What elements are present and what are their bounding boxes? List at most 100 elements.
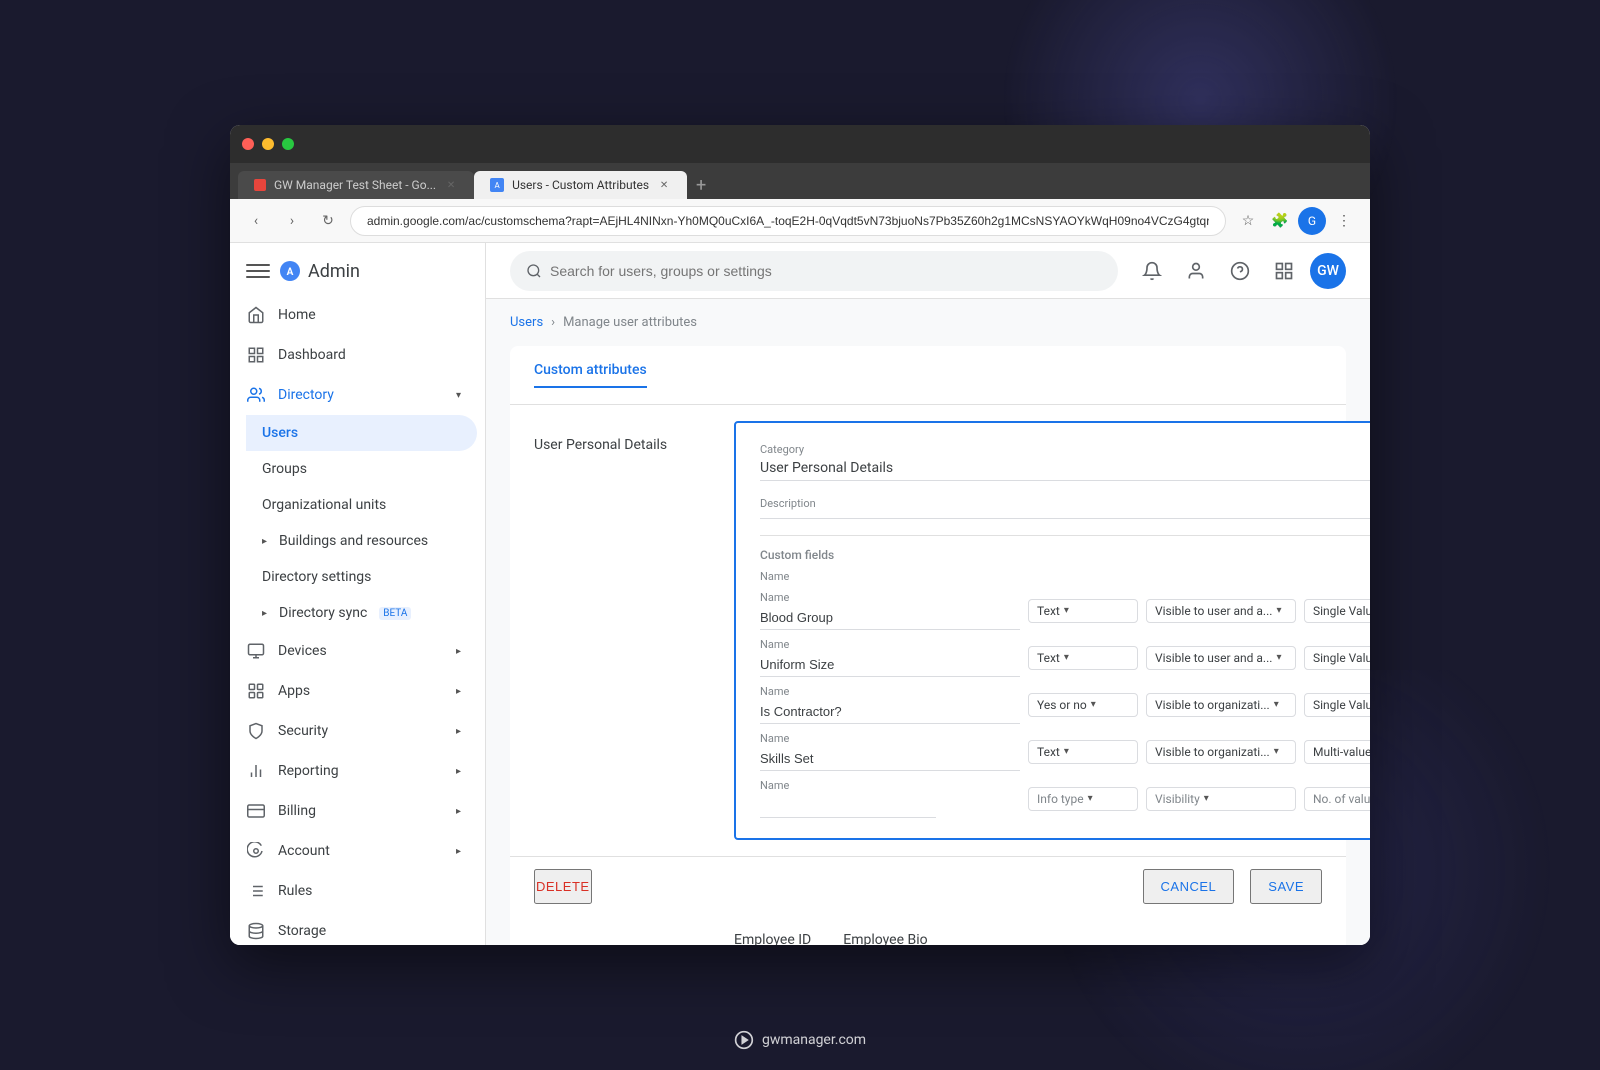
field-2-type-dropdown[interactable]: Text ▾ [1028, 646, 1138, 670]
new-field-visibility-arrow: ▾ [1204, 793, 1209, 804]
sidebar-item-reporting[interactable]: Reporting ▸ [230, 751, 477, 791]
field-4-values-dropdown[interactable]: Multi-value ▾ [1304, 740, 1370, 764]
profile-icon[interactable]: G [1298, 207, 1326, 235]
sidebar-item-rules[interactable]: Rules [230, 871, 477, 911]
help-button[interactable] [1222, 253, 1258, 289]
account-circle-button[interactable] [1178, 253, 1214, 289]
notifications-button[interactable] [1134, 253, 1170, 289]
sidebar-item-home[interactable]: Home [230, 295, 477, 335]
top-icons: GW [1134, 253, 1346, 289]
new-tab-button[interactable]: + [687, 171, 715, 199]
extensions-icon[interactable]: 🧩 [1266, 207, 1294, 235]
directory-sub-nav: Users Groups Organizational units ▸ Buil… [230, 415, 485, 631]
refresh-button[interactable]: ↻ [314, 207, 342, 235]
field-1-type-dropdown[interactable]: Text ▾ [1028, 599, 1138, 623]
description-field-value[interactable] [760, 514, 1370, 519]
new-field-type-dropdown[interactable]: Info type ▾ [1028, 787, 1138, 811]
field-3-name-input[interactable] [760, 700, 1020, 724]
form-divider-1 [760, 535, 1370, 536]
bookmark-icon[interactable]: ☆ [1234, 207, 1262, 235]
new-field-values-dropdown[interactable]: No. of values ▾ [1304, 787, 1370, 811]
watermark: gwmanager.com [734, 1030, 866, 1050]
sidebar-item-org-units[interactable]: Organizational units [246, 487, 477, 523]
user-avatar[interactable]: GW [1310, 253, 1346, 289]
field-row-3: Name Yes or no ▾ Visible to organizati..… [760, 685, 1370, 724]
field-1-values-dropdown[interactable]: Single Value ▾ [1304, 599, 1370, 623]
field-3-type-dropdown[interactable]: Yes or no ▾ [1028, 693, 1138, 717]
tab-1-close[interactable]: ✕ [444, 178, 458, 192]
sidebar-item-users[interactable]: Users [246, 415, 477, 451]
field-3-visibility-value: Visible to organizati... [1155, 698, 1270, 712]
sidebar-item-dir-settings[interactable]: Directory settings [246, 559, 477, 595]
search-input[interactable] [550, 263, 1102, 279]
close-window-button[interactable] [242, 138, 254, 150]
field-row-3-container: Name [760, 685, 1020, 724]
sidebar-item-groups[interactable]: Groups [246, 451, 477, 487]
field-4-values-value: Multi-value [1313, 745, 1370, 759]
new-field-values-placeholder: No. of values [1313, 792, 1370, 806]
tab-2-label: Users - Custom Attributes [512, 178, 649, 192]
apps-label: Apps [278, 683, 310, 699]
forward-button[interactable]: › [278, 207, 306, 235]
field-4-visibility-value: Visible to organizati... [1155, 745, 1270, 759]
field-2-visibility-dropdown[interactable]: Visible to user and a... ▾ [1146, 646, 1296, 670]
custom-fields-label: Custom fields [760, 548, 1370, 562]
field-3-type-arrow: ▾ [1091, 699, 1096, 710]
sidebar-item-devices[interactable]: Devices ▸ [230, 631, 477, 671]
field-3-values-dropdown[interactable]: Single Value ▾ [1304, 693, 1370, 717]
delete-button[interactable]: DELETE [534, 869, 592, 904]
field-2-type-value: Text [1037, 651, 1060, 665]
menu-icon[interactable]: ⋮ [1330, 207, 1358, 235]
main-content: GW Users › Manage user attributes Custom… [486, 243, 1370, 945]
field-1-visibility-dropdown[interactable]: Visible to user and a... ▾ [1146, 599, 1296, 623]
tab-2-close[interactable]: ✕ [657, 178, 671, 192]
sidebar-item-dashboard[interactable]: Dashboard [230, 335, 477, 375]
field-4-type-dropdown[interactable]: Text ▾ [1028, 740, 1138, 764]
field-4-name-input[interactable] [760, 747, 1020, 771]
apps-grid-button[interactable] [1266, 253, 1302, 289]
admin-logo: A Admin [278, 259, 360, 283]
billing-label: Billing [278, 803, 316, 819]
maximize-window-button[interactable] [282, 138, 294, 150]
sidebar-item-apps[interactable]: Apps ▸ [230, 671, 477, 711]
field-1-visibility-value: Visible to user and a... [1155, 604, 1272, 618]
new-field-name-input[interactable] [760, 794, 936, 818]
browser-window: GW Manager Test Sheet - Go... ✕ A Users … [230, 125, 1370, 945]
users-label: Users [262, 425, 298, 441]
field-3-visibility-dropdown[interactable]: Visible to organizati... ▾ [1146, 693, 1296, 717]
tab-2[interactable]: A Users - Custom Attributes ✕ [474, 171, 687, 199]
sidebar-item-security[interactable]: Security ▸ [230, 711, 477, 751]
new-field-visibility-dropdown[interactable]: Visibility ▾ [1146, 787, 1296, 811]
sidebar-item-billing[interactable]: Billing ▸ [230, 791, 477, 831]
back-button[interactable]: ‹ [242, 207, 270, 235]
groups-label: Groups [262, 461, 307, 477]
sidebar-item-storage[interactable]: Storage [230, 911, 477, 945]
save-button[interactable]: SAVE [1250, 869, 1322, 904]
minimize-window-button[interactable] [262, 138, 274, 150]
hamburger-menu[interactable] [246, 259, 270, 283]
sidebar-item-directory[interactable]: Directory ▾ [230, 375, 477, 415]
action-buttons: CANCEL SAVE [1143, 869, 1322, 904]
description-field-label: Description [760, 497, 1370, 510]
sidebar-item-account[interactable]: Account ▸ [230, 831, 477, 871]
field-row-4-container: Name [760, 732, 1020, 771]
cancel-button[interactable]: CANCEL [1143, 869, 1235, 904]
tab-1[interactable]: GW Manager Test Sheet - Go... ✕ [238, 171, 474, 199]
custom-attributes-tab[interactable]: Custom attributes [510, 346, 1346, 405]
breadcrumb-users-link[interactable]: Users [510, 315, 543, 330]
field-1-name-input[interactable] [760, 606, 1020, 630]
field-4-visibility-dropdown[interactable]: Visible to organizati... ▾ [1146, 740, 1296, 764]
sidebar-nav: Home Dashboard Directory ▾ [230, 291, 485, 945]
field-2-name-input[interactable] [760, 653, 1020, 677]
sidebar-item-dir-sync[interactable]: ▸ Directory sync BETA [246, 595, 477, 631]
home-label: Home [278, 307, 316, 323]
new-field-type-placeholder: Info type [1037, 792, 1084, 806]
field-4-type-value: Text [1037, 745, 1060, 759]
field-2-values-dropdown[interactable]: Single Value ▾ [1304, 646, 1370, 670]
sidebar-item-buildings[interactable]: ▸ Buildings and resources [246, 523, 477, 559]
search-bar [510, 251, 1118, 291]
address-input[interactable] [350, 206, 1226, 236]
breadcrumb: Users › Manage user attributes [486, 299, 1370, 346]
new-field-name-label: Name [760, 779, 1020, 792]
buildings-label: Buildings and resources [279, 533, 428, 549]
